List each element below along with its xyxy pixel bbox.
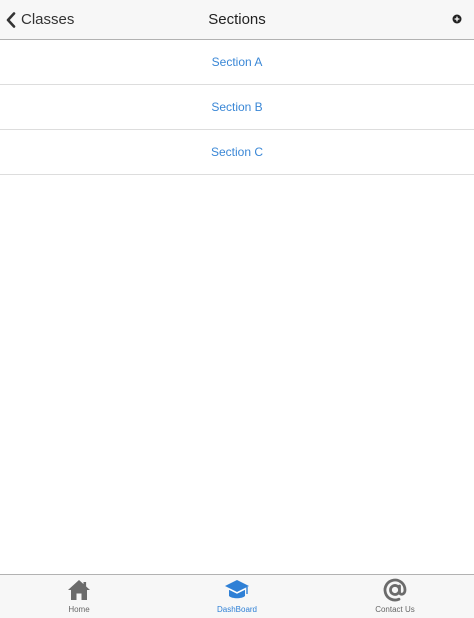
tab-home[interactable]: Home bbox=[0, 575, 158, 618]
back-button[interactable]: Classes bbox=[6, 0, 74, 39]
navigation-bar: Classes Sections bbox=[0, 0, 474, 40]
section-item-a[interactable]: Section A bbox=[0, 40, 474, 85]
section-item-b[interactable]: Section B bbox=[0, 85, 474, 130]
graduation-cap-icon bbox=[224, 578, 250, 602]
home-icon bbox=[66, 578, 92, 602]
plus-circle-icon bbox=[452, 14, 462, 24]
add-button[interactable] bbox=[452, 14, 462, 24]
chevron-left-icon bbox=[6, 11, 16, 28]
tab-contact-us-label: Contact Us bbox=[375, 605, 415, 614]
tab-dashboard[interactable]: DashBoard bbox=[158, 575, 316, 618]
section-item-label: Section C bbox=[210, 145, 264, 159]
tab-home-label: Home bbox=[68, 605, 90, 614]
section-list: Section A Section B Section C bbox=[0, 40, 474, 175]
section-item-label: Section A bbox=[211, 55, 263, 69]
tab-contact-us[interactable]: Contact Us bbox=[316, 575, 474, 618]
tab-dashboard-label: DashBoard bbox=[216, 605, 258, 614]
section-item-label: Section B bbox=[211, 100, 263, 114]
section-item-c[interactable]: Section C bbox=[0, 130, 474, 175]
back-button-label: Classes bbox=[21, 11, 75, 28]
tab-bar: Home DashBoard Contact Us bbox=[0, 574, 474, 618]
at-sign-icon bbox=[382, 578, 408, 602]
